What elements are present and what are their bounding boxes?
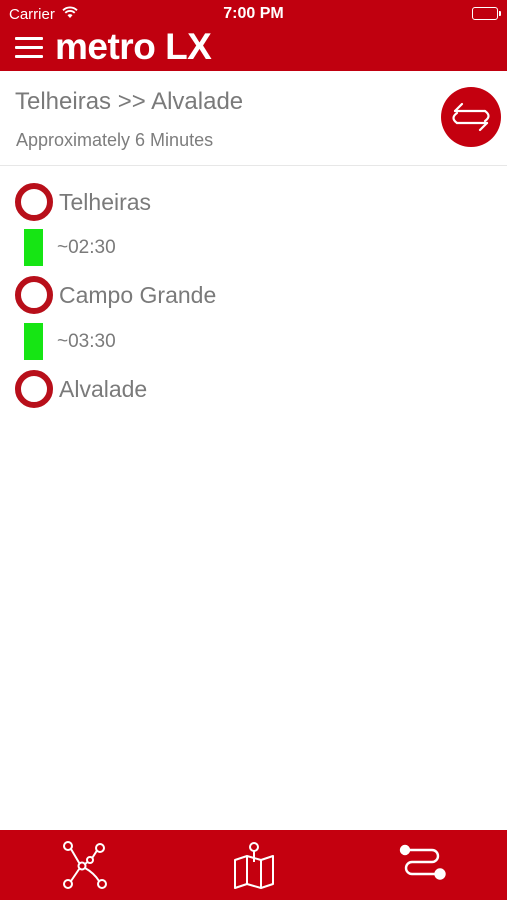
top-bar: Carrier 7:00 PM metro LX bbox=[0, 0, 507, 71]
swap-direction-button[interactable] bbox=[441, 87, 501, 147]
route-title: Telheiras >> Alvalade bbox=[15, 88, 244, 115]
clock: 7:00 PM bbox=[223, 5, 284, 22]
stop-name: Telheiras bbox=[59, 189, 152, 215]
battery-icon bbox=[472, 7, 501, 20]
line-segment-bar bbox=[24, 229, 43, 266]
header-divider bbox=[0, 165, 507, 166]
segment-duration: ~02:30 bbox=[57, 237, 116, 258]
route-duration: Approximately 6 Minutes bbox=[16, 130, 214, 150]
network-icon bbox=[62, 841, 107, 889]
stop-ring-icon bbox=[15, 183, 53, 221]
tab-map[interactable] bbox=[169, 830, 338, 900]
segment-duration: ~03:30 bbox=[57, 331, 116, 352]
stop-ring-icon bbox=[15, 370, 53, 408]
stop-name: Alvalade bbox=[59, 376, 148, 402]
stop-name: Campo Grande bbox=[59, 282, 217, 308]
hamburger-icon[interactable] bbox=[15, 37, 43, 59]
tab-network[interactable] bbox=[0, 830, 169, 900]
line-segment-bar bbox=[24, 323, 43, 360]
tab-bar bbox=[0, 830, 507, 900]
swap-direction-icon bbox=[452, 102, 490, 132]
stop-ring-icon bbox=[15, 276, 53, 314]
map-icon bbox=[233, 842, 274, 889]
route-icon bbox=[399, 844, 446, 880]
status-bar: Carrier 7:00 PM bbox=[0, 0, 507, 28]
nav-bar: metro LX bbox=[0, 28, 507, 71]
tab-route[interactable] bbox=[338, 830, 507, 900]
app-logo: metro LX bbox=[55, 28, 212, 66]
